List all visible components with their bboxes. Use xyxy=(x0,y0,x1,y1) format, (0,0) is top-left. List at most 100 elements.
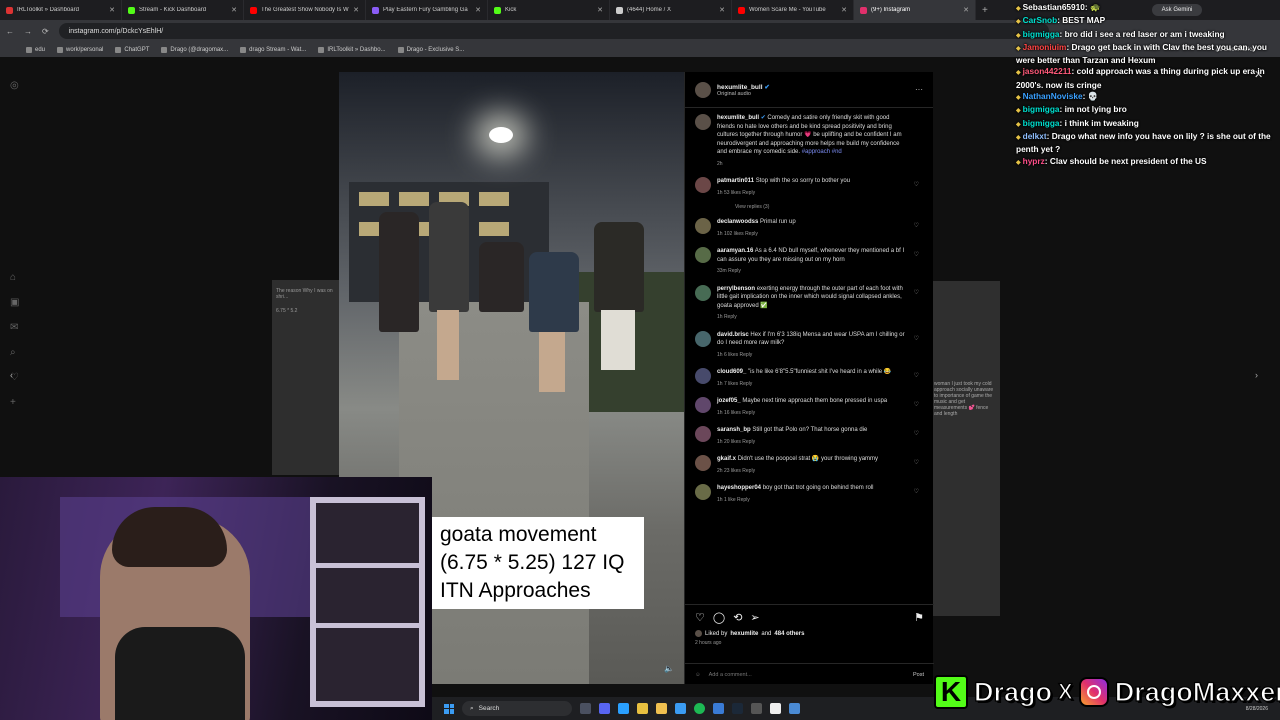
comment-like-icon[interactable]: ♡ xyxy=(914,401,919,408)
comment-meta[interactable]: 1h 7 likes Reply xyxy=(717,380,909,389)
hashtags[interactable]: #approach #nd xyxy=(802,149,842,155)
comment-meta[interactable]: 1h 1 like Reply xyxy=(717,496,909,505)
comment-user[interactable]: hexumlite_bull xyxy=(717,115,759,121)
discord-icon[interactable] xyxy=(599,703,610,714)
notion-icon[interactable] xyxy=(770,703,781,714)
comment-like-icon[interactable]: ♡ xyxy=(914,289,919,296)
folder-icon[interactable] xyxy=(656,703,667,714)
comment-meta[interactable]: 1h 53 likes Reply xyxy=(717,189,909,198)
search-icon[interactable]: ⌕ xyxy=(10,347,19,358)
comment-like-icon[interactable]: ♡ xyxy=(914,459,919,466)
liked-by-user[interactable]: hexumlite xyxy=(730,631,758,637)
bookmark-item[interactable]: IRLToolkit » Dashbo... xyxy=(318,46,386,53)
avatar[interactable] xyxy=(695,330,711,347)
comment-icon[interactable]: ◯ xyxy=(713,611,725,624)
app-icon[interactable] xyxy=(618,703,629,714)
avatar[interactable] xyxy=(695,426,711,442)
bookmark-item[interactable]: drago Stream - Wat... xyxy=(240,46,306,53)
close-tab-icon[interactable]: ✕ xyxy=(109,6,115,14)
close-tab-icon[interactable]: ✕ xyxy=(353,6,359,14)
avatar[interactable] xyxy=(695,455,711,471)
create-icon[interactable]: + xyxy=(10,397,19,408)
share-icon[interactable]: ➢ xyxy=(750,611,759,624)
more-options-icon[interactable]: ··· xyxy=(915,85,923,94)
avatar[interactable] xyxy=(695,368,711,384)
avatar[interactable] xyxy=(695,218,711,234)
close-tab-icon[interactable]: ✕ xyxy=(963,6,969,14)
comment-meta[interactable]: 1h Reply xyxy=(717,313,909,322)
comment-like-icon[interactable]: ♡ xyxy=(914,372,919,379)
comment-like-icon[interactable]: ♡ xyxy=(914,181,919,188)
comment-meta[interactable]: 33m Reply xyxy=(717,267,909,276)
left-preview-post[interactable]: The reason Why I was on shri... 6.75 * 5… xyxy=(272,280,340,475)
comment-user[interactable]: aaramyan.16 xyxy=(717,248,753,254)
view-replies-button[interactable]: View replies (3) xyxy=(735,204,923,210)
new-tab-icon[interactable]: + xyxy=(976,5,994,16)
browser-tab[interactable]: IRLToolkit » Dashboard ✕ xyxy=(0,0,122,20)
browser-tab[interactable]: (9+) Instagram ✕ xyxy=(854,0,976,20)
comment-meta[interactable]: 1h 16 likes Reply xyxy=(717,409,909,418)
comment-meta[interactable]: 1h 6 likes Reply xyxy=(717,351,909,360)
comment-like-icon[interactable]: ♡ xyxy=(914,488,919,495)
comment-user[interactable]: declanwoodss xyxy=(717,219,758,225)
repost-icon[interactable]: ⟲ xyxy=(733,611,742,624)
audio-label[interactable]: Original audio xyxy=(717,91,770,97)
comment-like-icon[interactable]: ♡ xyxy=(914,222,919,229)
start-icon[interactable] xyxy=(444,703,454,714)
messages-icon[interactable]: ✉ xyxy=(10,322,19,333)
task-view-icon[interactable] xyxy=(580,703,591,714)
app-icon[interactable] xyxy=(713,703,724,714)
avatar[interactable] xyxy=(695,284,711,301)
back-icon[interactable]: ← xyxy=(6,27,14,36)
steam-icon[interactable] xyxy=(732,703,743,714)
comment-user[interactable]: gkaif.x xyxy=(717,456,736,462)
comment-user[interactable]: perrylbenson xyxy=(717,286,755,292)
taskbar-search[interactable]: ⌕ Search xyxy=(462,701,572,716)
avatar[interactable] xyxy=(695,81,711,98)
close-tab-icon[interactable]: ✕ xyxy=(719,6,725,14)
like-icon[interactable]: ♡ xyxy=(695,611,705,624)
reload-icon[interactable]: ⟳ xyxy=(42,27,49,36)
forward-icon[interactable]: → xyxy=(24,27,32,36)
comment-user[interactable]: jozef05_ xyxy=(717,398,741,404)
app-icon[interactable] xyxy=(789,703,800,714)
save-icon[interactable]: ⚑ xyxy=(914,611,924,624)
comment-user[interactable]: david.brisc xyxy=(717,332,749,338)
browser-tab[interactable]: Kick ✕ xyxy=(488,0,610,20)
app-icon[interactable] xyxy=(751,703,762,714)
avatar[interactable] xyxy=(695,247,711,263)
avatar[interactable] xyxy=(695,484,711,500)
close-tab-icon[interactable]: ✕ xyxy=(841,6,847,14)
comment-user[interactable]: hayeshopper04 xyxy=(717,485,761,491)
post-button[interactable]: Post xyxy=(913,672,924,678)
post-author[interactable]: hexumlite_bull xyxy=(717,84,763,91)
comment-user[interactable]: patmartin011 xyxy=(717,178,754,184)
next-post-icon[interactable]: › xyxy=(1255,370,1258,380)
reels-icon[interactable]: ▣ xyxy=(10,297,19,308)
emoji-icon[interactable]: ☺ xyxy=(695,672,701,678)
store-icon[interactable] xyxy=(675,703,686,714)
avatar[interactable] xyxy=(695,397,711,413)
chrome-icon[interactable] xyxy=(637,703,648,714)
comment-like-icon[interactable]: ♡ xyxy=(914,430,919,437)
bookmark-item[interactable]: Drago (@dragomax... xyxy=(161,46,228,53)
close-tab-icon[interactable]: ✕ xyxy=(597,6,603,14)
comments-list[interactable]: hexumlite_bull ✔ Comedy and satire only … xyxy=(685,108,933,606)
comment-meta[interactable]: 1h 102 likes Reply xyxy=(717,230,909,239)
previous-post-icon[interactable]: ‹ xyxy=(10,370,13,380)
close-tab-icon[interactable]: ✕ xyxy=(475,6,481,14)
comment-user[interactable]: cloud609_ xyxy=(717,369,746,375)
comment-like-icon[interactable]: ♡ xyxy=(914,335,919,342)
avatar[interactable] xyxy=(695,114,711,130)
comment-user[interactable]: saransh_bp xyxy=(717,427,751,433)
bookmark-item[interactable]: Drago - Exclusive S... xyxy=(397,46,464,53)
close-tab-icon[interactable]: ✕ xyxy=(231,6,237,14)
browser-tab[interactable]: (4644) Home / X ✕ xyxy=(610,0,732,20)
comment-meta[interactable]: 2h 23 likes Reply xyxy=(717,467,909,476)
comment-meta[interactable]: 1h 20 likes Reply xyxy=(717,438,909,447)
home-icon[interactable]: ⌂ xyxy=(10,272,19,283)
browser-tab[interactable]: Women Scare Me - YouTube ✕ xyxy=(732,0,854,20)
right-preview-post[interactable]: woman I just took my cold approach socia… xyxy=(932,281,1000,616)
bookmark-item[interactable]: edu xyxy=(26,46,45,53)
comment-input[interactable]: Add a comment... xyxy=(709,672,752,678)
